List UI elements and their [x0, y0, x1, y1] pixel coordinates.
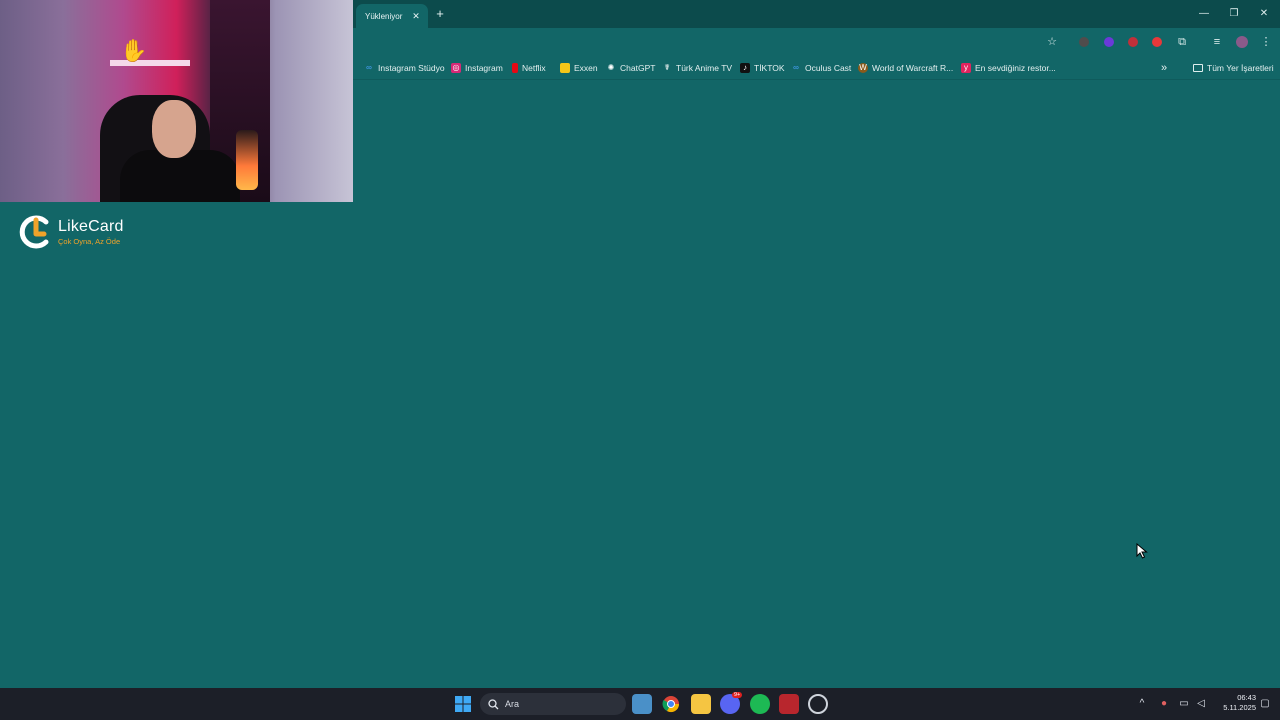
folder-icon	[1193, 64, 1203, 72]
chrome-icon[interactable]	[661, 694, 681, 714]
bookmark-star-icon[interactable]: ☆	[1044, 34, 1060, 50]
clock-date: 5.11.2025	[1223, 703, 1256, 712]
bookmark-item[interactable]: Exxen	[560, 61, 598, 75]
likecard-logo-icon	[19, 215, 49, 249]
search-icon	[488, 698, 499, 709]
notification-icon[interactable]: ▢	[1258, 697, 1272, 711]
chatgpt-icon: ✺	[607, 63, 615, 72]
microphone-prop	[236, 130, 258, 190]
taskbar-search[interactable]: Ara	[480, 693, 626, 715]
webcam-overlay: ✋	[0, 0, 353, 202]
windows-start-icon[interactable]	[453, 694, 473, 714]
close-window-icon[interactable]: ✕	[1256, 6, 1272, 22]
minimize-icon[interactable]: —	[1196, 6, 1212, 22]
volume-icon[interactable]: ◁	[1194, 697, 1208, 711]
yemeksepeti-icon: y	[961, 63, 971, 73]
spotify-icon[interactable]	[750, 694, 770, 714]
bookmark-item[interactable]: W World of Warcraft R...	[858, 61, 953, 75]
extension-icon[interactable]	[1152, 37, 1162, 47]
extension-icon[interactable]	[1104, 37, 1114, 47]
puzzle-icon[interactable]: ⧉	[1174, 34, 1190, 50]
wow-icon: W	[858, 63, 868, 73]
media-icon[interactable]: ≡	[1209, 34, 1225, 50]
logo-name: LikeCard	[58, 218, 124, 235]
widgets-icon[interactable]	[632, 694, 652, 714]
bookmark-item[interactable]: ∞ Oculus Cast	[791, 61, 851, 75]
netflix-icon	[512, 63, 518, 73]
meta-icon: ∞	[366, 63, 372, 72]
exxen-icon	[560, 63, 570, 73]
bookmark-item[interactable]: ♪ TİKTOK	[740, 61, 785, 75]
likecard-logo: LikeCard Çok Oyna, Az Öde	[16, 214, 124, 250]
logo-tagline: Çok Oyna, Az Öde	[58, 237, 121, 246]
close-icon[interactable]: ✕	[410, 11, 422, 22]
tab-title: Yükleniyor	[365, 11, 403, 21]
chevron-up-icon[interactable]: ^	[1135, 697, 1149, 711]
profile-avatar[interactable]	[1236, 36, 1248, 48]
bookmark-item[interactable]: ∞ Instagram Stüdyo	[364, 61, 444, 75]
taskbar-clock[interactable]: 06:43 5.11.2025	[1212, 693, 1256, 713]
cactus-hand-decoration: ✋	[120, 38, 148, 63]
plus-icon[interactable]: +	[432, 6, 448, 22]
anime-icon: ☤	[664, 63, 670, 72]
all-bookmarks-folder[interactable]: Tüm Yer İşaretleri	[1193, 61, 1274, 75]
microphone-icon[interactable]: ●	[1157, 697, 1171, 711]
bookmark-item[interactable]: ◎ Instagram	[451, 61, 503, 75]
menu-icon[interactable]: ⋮	[1258, 34, 1274, 50]
extension-icon[interactable]	[1079, 37, 1089, 47]
tiktok-icon: ♪	[740, 63, 750, 73]
mouse-cursor-icon	[1136, 543, 1148, 559]
extension-icon[interactable]	[1128, 37, 1138, 47]
restore-icon[interactable]: ❐	[1226, 6, 1242, 22]
instagram-icon: ◎	[451, 63, 461, 73]
browser-tab[interactable]: Yükleniyor ✕	[356, 4, 428, 28]
bookmark-item[interactable]: y En sevdiğiniz restor...	[961, 61, 1056, 75]
network-icon[interactable]: ▭	[1177, 697, 1191, 711]
chevron-double-right-icon[interactable]: »	[1161, 61, 1167, 75]
discord-badge: 9+	[732, 692, 743, 698]
clock-time: 06:43	[1237, 693, 1256, 702]
file-explorer-icon[interactable]	[691, 694, 711, 714]
meta-icon: ∞	[793, 63, 799, 72]
bookmark-item[interactable]: Netflix	[512, 61, 546, 75]
obs-icon[interactable]	[808, 694, 828, 714]
bookmark-item[interactable]: ☤ Türk Anime TV	[662, 61, 732, 75]
streaming-app-icon[interactable]	[779, 694, 799, 714]
bookmark-item[interactable]: ✺ ChatGPT	[606, 61, 656, 75]
